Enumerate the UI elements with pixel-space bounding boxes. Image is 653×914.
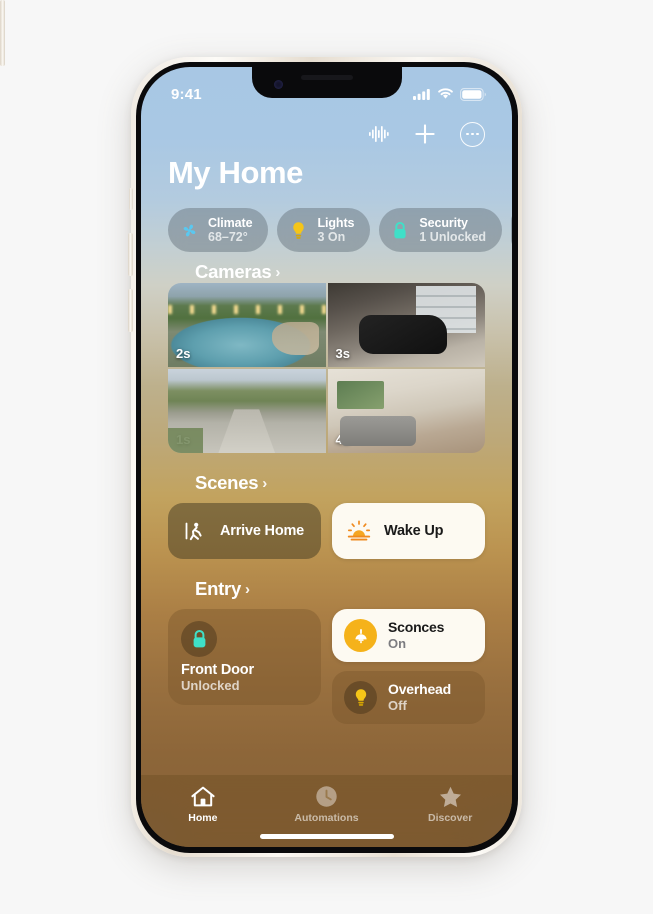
page-title: My Home: [168, 155, 304, 190]
camera-tile[interactable]: 4s: [327, 369, 485, 453]
chip-security[interactable]: Security 1 Unlocked: [379, 208, 503, 252]
cameras-header[interactable]: Cameras ›: [168, 261, 485, 283]
accessory-state: Unlocked: [181, 678, 240, 693]
accessory-name: Sconces: [388, 619, 445, 636]
scenes-section: Scenes › Arrive Home Wake Up: [141, 453, 512, 559]
tab-label: Home: [188, 812, 218, 824]
wifi-icon: [438, 88, 453, 99]
chip-overflow-partial[interactable]: [511, 208, 512, 252]
scene-arrive-home[interactable]: Arrive Home: [168, 503, 321, 559]
entry-column-right: Sconces On Overhead Off: [332, 609, 485, 724]
chevron-right-icon: ›: [245, 580, 250, 598]
cameras-section: Cameras › 2s 3s 1s 4s: [141, 252, 512, 453]
scenes-header[interactable]: Scenes ›: [168, 472, 485, 494]
accessory-name: Overhead: [388, 681, 451, 698]
scene-label: Wake Up: [384, 523, 444, 539]
chip-lights[interactable]: Lights 3 On: [277, 208, 371, 252]
status-icons: [413, 87, 486, 101]
camera-timestamp: 4s: [335, 432, 350, 447]
bulb-icon: [288, 220, 308, 240]
home-scroll-view[interactable]: My Home Climate 68–72° Lights 3 On Secur…: [141, 67, 512, 847]
power-button[interactable]: [0, 0, 5, 66]
fan-icon: [179, 220, 199, 240]
entry-column-left: Front Door Unlocked: [168, 609, 321, 724]
entry-grid: Front Door Unlocked Sconces On Overhead …: [168, 609, 485, 724]
tab-label: Discover: [428, 812, 473, 824]
camera-timestamp: 3s: [335, 346, 350, 361]
more-ellipsis-icon[interactable]: [460, 121, 485, 147]
volume-up-button[interactable]: [127, 233, 133, 276]
phone-screen: 9:41 My Home Climate 68–72° Lights 3 On …: [141, 67, 512, 847]
chevron-right-icon: ›: [275, 263, 281, 281]
notch: [251, 67, 402, 98]
accessory-overhead[interactable]: Overhead Off: [332, 671, 485, 724]
accessory-name: Front Door: [181, 662, 254, 678]
chip-climate[interactable]: Climate 68–72°: [168, 208, 269, 252]
accessory-state: On: [388, 636, 407, 652]
status-time: 9:41: [171, 85, 202, 103]
bulb-icon: [344, 681, 377, 714]
sunrise-icon: [346, 518, 372, 544]
accessory-sconces[interactable]: Sconces On: [332, 609, 485, 662]
tab-home[interactable]: Home: [141, 784, 265, 824]
accessory-front-door[interactable]: Front Door Unlocked: [168, 609, 321, 705]
tab-automations[interactable]: Automations: [265, 784, 389, 824]
star-icon: [438, 784, 463, 809]
tab-discover[interactable]: Discover: [388, 784, 512, 824]
front-camera-icon: [273, 80, 283, 89]
scene-row: Arrive Home Wake Up: [168, 503, 485, 559]
camera-tile[interactable]: 2s: [168, 283, 326, 367]
entry-title: Entry: [195, 578, 242, 599]
chip-lights-sub: 3 On: [317, 230, 346, 244]
house-icon: [190, 784, 216, 809]
volume-down-button[interactable]: [127, 289, 133, 332]
home-indicator[interactable]: [259, 834, 394, 839]
chip-security-sub: 1 Unlocked: [419, 230, 487, 244]
lock-icon: [390, 220, 410, 240]
audio-waveform-icon[interactable]: [368, 124, 390, 144]
walk-through-door-icon: [182, 518, 208, 544]
battery-icon: [460, 87, 486, 101]
nav-actions: [141, 111, 512, 151]
sconce-lamp-icon: [344, 619, 377, 652]
entry-section: Entry › Front Door Unlocked Sconces On O…: [141, 559, 512, 724]
scene-wake-up[interactable]: Wake Up: [332, 503, 485, 559]
plus-icon[interactable]: [413, 122, 437, 146]
camera-timestamp: 1s: [176, 432, 191, 447]
scenes-title: Scenes: [195, 472, 259, 493]
chip-climate-sub: 68–72°: [208, 230, 248, 244]
cameras-title: Cameras: [195, 261, 272, 282]
tab-label: Automations: [294, 812, 359, 824]
camera-grid: 2s 3s 1s 4s: [168, 283, 485, 453]
camera-timestamp: 2s: [176, 346, 191, 361]
silent-switch[interactable]: [128, 188, 133, 210]
chevron-right-icon: ›: [262, 474, 268, 492]
status-chips: Climate 68–72° Lights 3 On Security 1 Un…: [141, 191, 512, 252]
cellular-icon: [413, 89, 430, 100]
camera-tile[interactable]: 3s: [327, 283, 485, 367]
clock-icon: [314, 784, 339, 809]
chip-lights-title: Lights: [317, 216, 355, 230]
camera-tile[interactable]: 1s: [168, 369, 326, 453]
lock-icon: [181, 621, 217, 657]
earpiece-speaker: [300, 75, 353, 80]
accessory-state: Off: [388, 698, 407, 714]
entry-header[interactable]: Entry ›: [168, 578, 485, 600]
scene-label: Arrive Home: [220, 523, 305, 539]
chip-security-title: Security: [419, 216, 468, 230]
chip-climate-title: Climate: [208, 216, 253, 230]
